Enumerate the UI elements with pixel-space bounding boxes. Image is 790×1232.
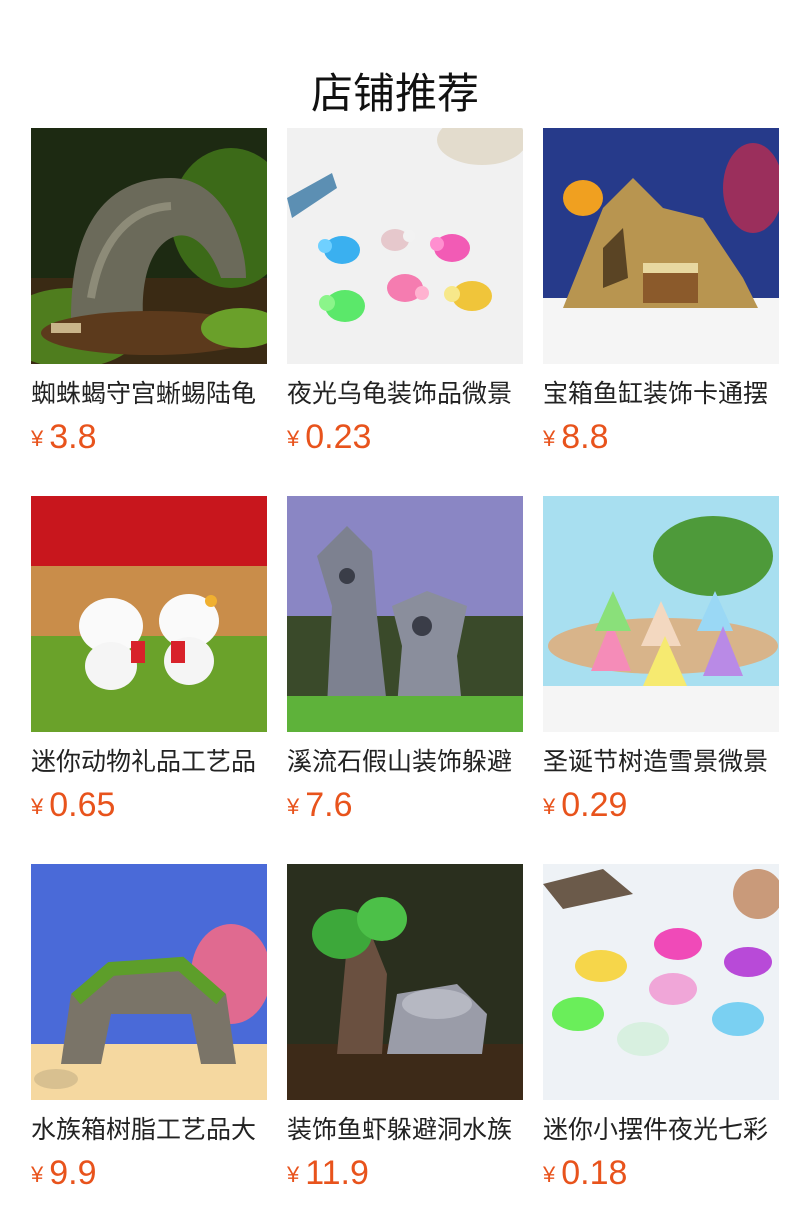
product-image[interactable] — [31, 128, 267, 364]
currency-symbol: ¥ — [31, 794, 44, 819]
product-price: ¥3.8 — [31, 418, 97, 458]
product-price: ¥0.29 — [543, 786, 627, 826]
product-name[interactable]: 圣诞节树造雪景微景 — [543, 744, 779, 780]
product-name[interactable]: 迷你动物礼品工艺品 — [31, 744, 267, 780]
product-image[interactable] — [31, 864, 267, 1100]
currency-symbol: ¥ — [287, 426, 300, 451]
currency-symbol: ¥ — [543, 426, 556, 451]
product-name[interactable]: 夜光乌龟装饰品微景 — [287, 376, 523, 412]
currency-symbol: ¥ — [31, 1162, 44, 1187]
product-price: ¥0.18 — [543, 1154, 627, 1194]
product-name[interactable]: 溪流石假山装饰躲避 — [287, 744, 523, 780]
product-name[interactable]: 蜘蛛蝎守宫蜥蜴陆龟 — [31, 376, 267, 412]
product-image[interactable] — [31, 496, 267, 732]
product-image[interactable] — [287, 496, 523, 732]
product-image[interactable] — [287, 128, 523, 364]
product-name[interactable]: 宝箱鱼缸装饰卡通摆 — [543, 376, 779, 412]
product-price: ¥7.6 — [287, 786, 353, 826]
product-image[interactable] — [543, 864, 779, 1100]
price-value: 0.29 — [561, 786, 628, 824]
product-image[interactable] — [543, 128, 779, 364]
price-value: 9.9 — [49, 1154, 97, 1192]
section-title: 店铺推荐 — [310, 69, 479, 119]
price-value: 0.18 — [561, 1154, 628, 1192]
price-value: 0.23 — [305, 418, 372, 456]
product-name[interactable]: 装饰鱼虾躲避洞水族 — [287, 1112, 523, 1148]
product-name[interactable]: 迷你小摆件夜光七彩 — [543, 1112, 779, 1148]
price-value: 3.8 — [49, 418, 97, 456]
currency-symbol: ¥ — [287, 1162, 300, 1187]
product-price: ¥8.8 — [543, 418, 609, 458]
product-price: ¥0.65 — [31, 786, 115, 826]
currency-symbol: ¥ — [543, 1162, 556, 1187]
product-price: ¥9.9 — [31, 1154, 97, 1194]
product-name[interactable]: 水族箱树脂工艺品大 — [31, 1112, 267, 1148]
currency-symbol: ¥ — [31, 426, 44, 451]
price-value: 11.9 — [305, 1154, 369, 1192]
product-price: ¥11.9 — [287, 1154, 369, 1194]
price-value: 0.65 — [49, 786, 116, 824]
currency-symbol: ¥ — [543, 794, 556, 819]
price-value: 8.8 — [561, 418, 609, 456]
price-value: 7.6 — [305, 786, 353, 824]
product-image[interactable] — [287, 864, 523, 1100]
currency-symbol: ¥ — [287, 794, 300, 819]
product-price: ¥0.23 — [287, 418, 371, 458]
product-image[interactable] — [543, 496, 779, 732]
